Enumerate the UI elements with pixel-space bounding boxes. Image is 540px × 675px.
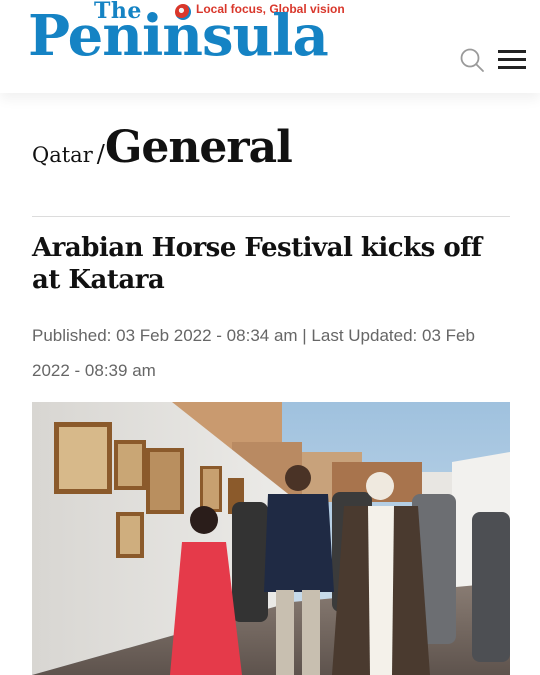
section-title: General [104, 122, 293, 173]
site-logo[interactable]: The Local focus, Global vision Peninsula [28, 0, 418, 80]
logo-wordmark: Peninsula [28, 3, 329, 69]
article-page: The Local focus, Global vision Peninsula… [0, 0, 540, 675]
site-header: The Local focus, Global vision Peninsula [0, 0, 540, 93]
breadcrumb-separator: / [96, 140, 105, 168]
search-icon[interactable] [459, 47, 485, 73]
section-divider [32, 216, 510, 217]
article-timestamps: Published: 03 Feb 2022 - 08:34 am | Last… [32, 326, 475, 380]
article-headline: Arabian Horse Festival kicks off at Kata… [32, 233, 482, 295]
section-breadcrumb: Qatar / General [32, 122, 293, 182]
breadcrumb-parent[interactable]: Qatar [32, 143, 93, 167]
hamburger-menu-icon[interactable] [498, 48, 526, 70]
article-hero-image [32, 402, 510, 675]
